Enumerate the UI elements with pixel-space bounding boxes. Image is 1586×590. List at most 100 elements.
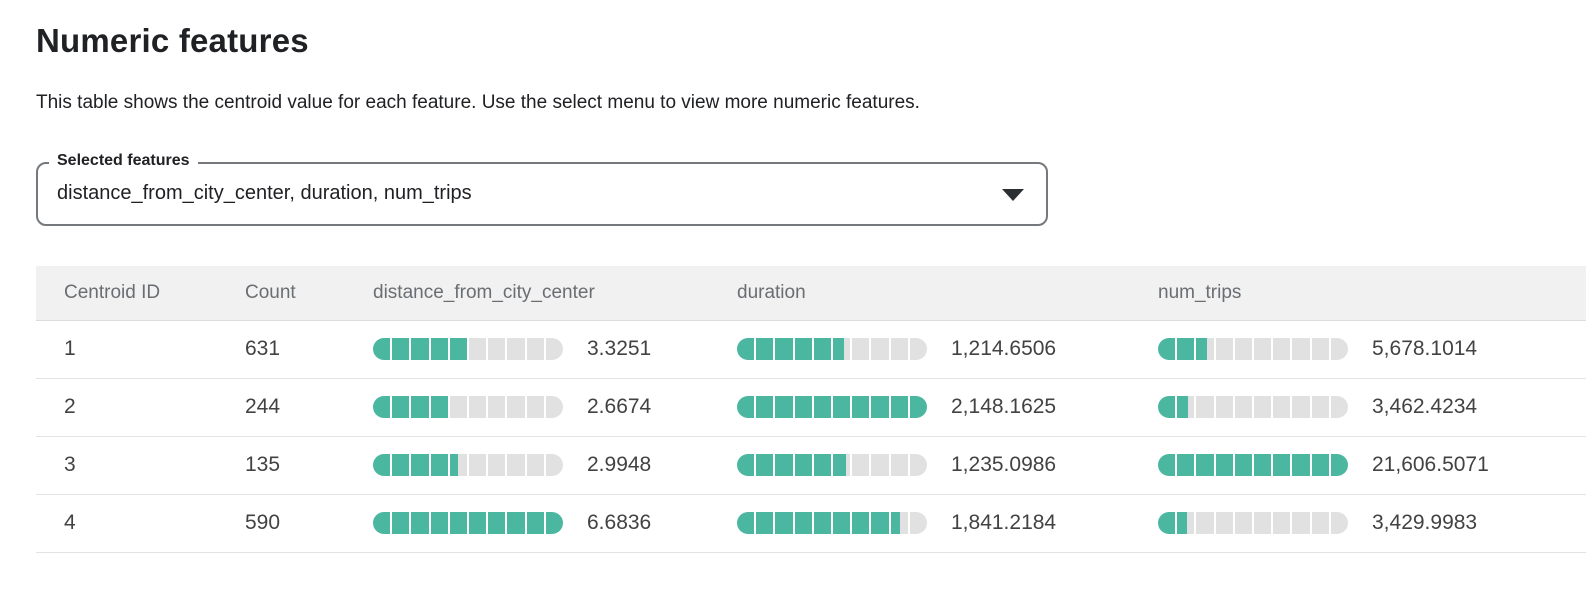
bar-segment-fill xyxy=(833,454,846,476)
bar-segment xyxy=(1216,338,1233,360)
bar-segment-fill xyxy=(373,454,390,476)
count-cell: 590 xyxy=(217,511,345,535)
feature-bar xyxy=(373,396,563,418)
bar-segment xyxy=(833,454,850,476)
feature-value: 3,462.4234 xyxy=(1372,395,1477,419)
bar-segment xyxy=(852,512,869,534)
bar-segment xyxy=(1254,512,1271,534)
bar-segment-fill xyxy=(431,396,448,418)
bar-segment xyxy=(546,396,563,418)
bar-segment-fill xyxy=(795,338,812,360)
bar-segment xyxy=(756,396,773,418)
bar-segment xyxy=(910,338,927,360)
bar-segment xyxy=(1235,454,1252,476)
bar-segment-fill xyxy=(469,512,486,534)
bar-segment-fill xyxy=(1158,454,1175,476)
bar-segment-fill xyxy=(546,512,563,534)
bar-segment xyxy=(1292,338,1309,360)
bar-segment-fill xyxy=(1177,338,1194,360)
bar-segment xyxy=(450,512,467,534)
bar-segment xyxy=(469,512,486,534)
bar-segment xyxy=(910,512,927,534)
bar-segment xyxy=(469,454,486,476)
bar-segment xyxy=(1273,396,1290,418)
bar-segment xyxy=(488,512,505,534)
bar-segment xyxy=(852,454,869,476)
bar-segment xyxy=(411,454,428,476)
bar-segment-fill xyxy=(1158,338,1175,360)
distance_from_city_center-cell: 3.3251 xyxy=(345,337,709,361)
bar-segment xyxy=(1235,396,1252,418)
bar-segment xyxy=(891,338,908,360)
bar-segment-fill xyxy=(737,396,754,418)
bar-segment-fill xyxy=(1235,454,1252,476)
bar-segment xyxy=(431,338,448,360)
duration-cell: 1,214.6506 xyxy=(709,337,1130,361)
bar-segment xyxy=(814,338,831,360)
bar-segment xyxy=(411,396,428,418)
feature-bar xyxy=(373,512,563,534)
bar-segment xyxy=(1177,512,1194,534)
bar-segment xyxy=(737,338,754,360)
bar-segment xyxy=(1254,454,1271,476)
bar-segment xyxy=(1312,454,1329,476)
bar-segment xyxy=(795,338,812,360)
bar-segment xyxy=(392,338,409,360)
selected-features-label: Selected features xyxy=(49,152,198,170)
bar-segment xyxy=(1177,338,1194,360)
bar-segment-fill xyxy=(852,512,869,534)
bar-segment xyxy=(527,454,544,476)
bar-segment xyxy=(871,512,888,534)
bar-segment xyxy=(1196,338,1213,360)
bar-segment xyxy=(1216,454,1233,476)
feature-bar xyxy=(373,454,563,476)
bar-segment-fill xyxy=(1158,512,1175,534)
num_trips-cell: 21,606.5071 xyxy=(1130,453,1586,477)
bar-segment xyxy=(871,454,888,476)
bar-segment-fill xyxy=(373,396,390,418)
bar-segment xyxy=(1292,396,1309,418)
bar-segment xyxy=(1254,396,1271,418)
feature-bar xyxy=(737,512,927,534)
bar-segment xyxy=(1273,454,1290,476)
table-row: 31352.99481,235.098621,606.5071 xyxy=(36,437,1586,495)
feature-value: 1,214.6506 xyxy=(951,337,1056,361)
bar-segment-fill xyxy=(411,396,428,418)
selected-features-select[interactable]: Selected features distance_from_city_cen… xyxy=(36,162,1048,226)
bar-segment-fill xyxy=(411,512,428,534)
bar-segment xyxy=(1177,454,1194,476)
bar-segment-fill xyxy=(871,396,888,418)
table-body: 16313.32511,214.65065,678.101422442.6674… xyxy=(36,321,1586,553)
bar-segment-fill xyxy=(795,512,812,534)
bar-segment-fill xyxy=(833,512,850,534)
bar-segment xyxy=(527,512,544,534)
feature-value: 3,429.9983 xyxy=(1372,511,1477,535)
bar-segment xyxy=(737,396,754,418)
bar-segment-fill xyxy=(1196,338,1207,360)
feature-value: 2,148.1625 xyxy=(951,395,1056,419)
count-cell: 631 xyxy=(217,337,345,361)
duration-cell: 1,841.2184 xyxy=(709,511,1130,535)
bar-segment-fill xyxy=(891,512,901,534)
bar-segment xyxy=(1312,512,1329,534)
bar-segment xyxy=(488,338,505,360)
centroid-id-cell: 4 xyxy=(36,511,217,535)
bar-segment xyxy=(852,338,869,360)
bar-segment xyxy=(488,396,505,418)
bar-segment xyxy=(1331,338,1348,360)
bar-segment-fill xyxy=(527,512,544,534)
feature-value: 3.3251 xyxy=(587,337,651,361)
bar-segment xyxy=(833,338,850,360)
feature-value: 2.6674 xyxy=(587,395,651,419)
page-description: This table shows the centroid value for … xyxy=(36,91,1586,115)
bar-segment xyxy=(1216,396,1233,418)
bar-segment xyxy=(469,338,486,360)
bar-segment-fill xyxy=(795,454,812,476)
bar-segment xyxy=(1312,338,1329,360)
distance_from_city_center-cell: 2.9948 xyxy=(345,453,709,477)
bar-segment xyxy=(891,512,908,534)
count-cell: 244 xyxy=(217,395,345,419)
centroid-id-cell: 3 xyxy=(36,453,217,477)
feature-value: 1,841.2184 xyxy=(951,511,1056,535)
bar-segment xyxy=(871,338,888,360)
